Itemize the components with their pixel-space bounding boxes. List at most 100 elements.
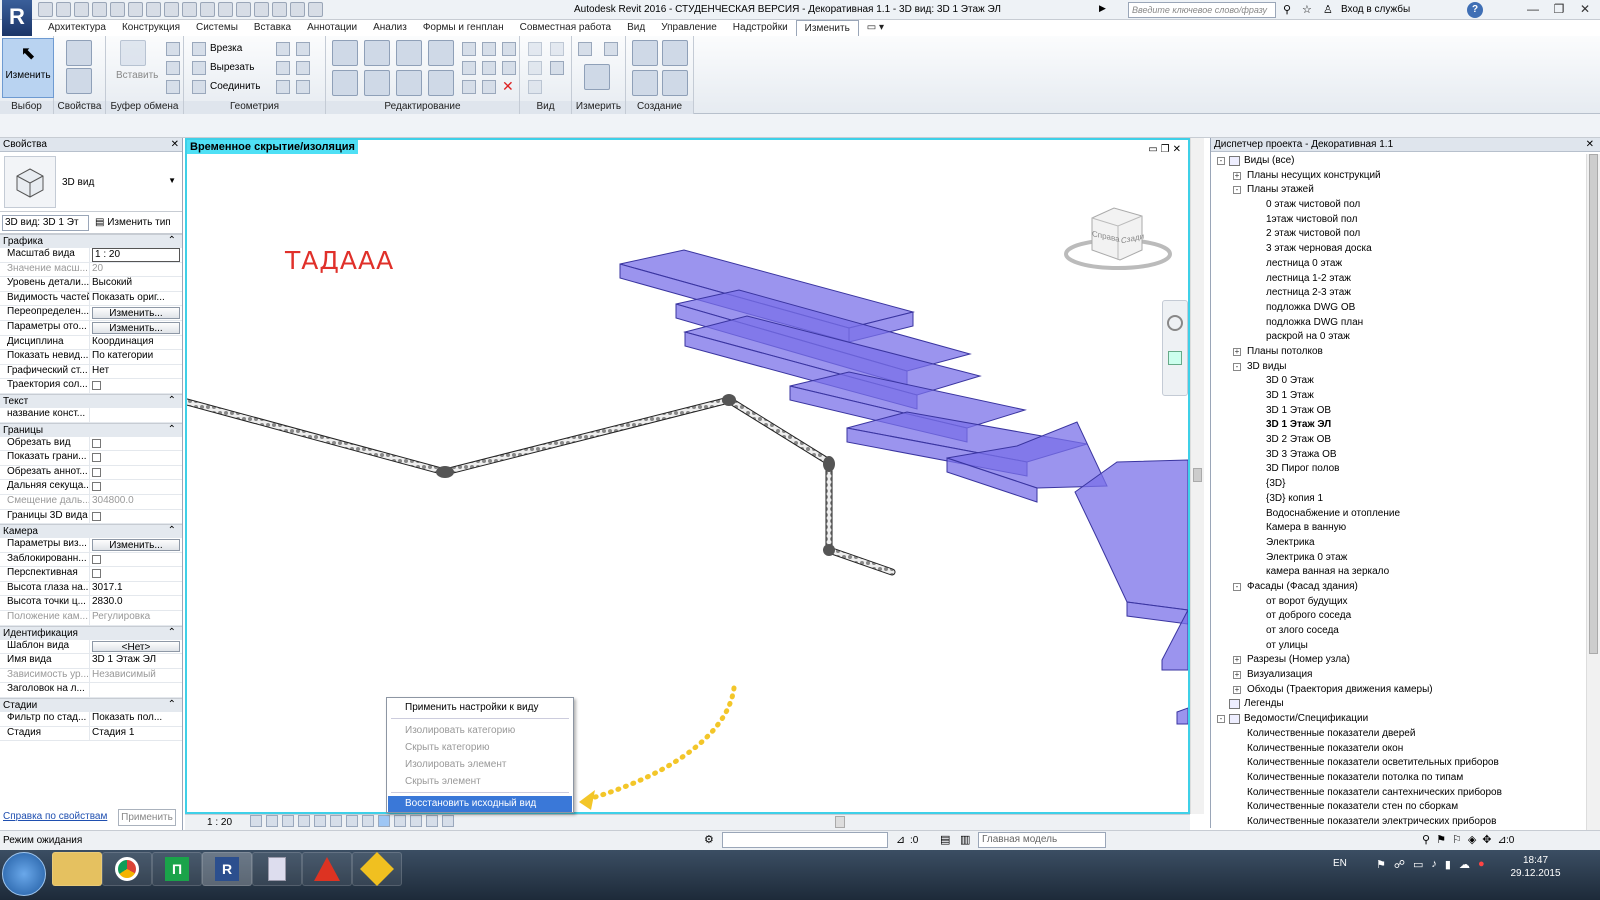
browser-tree-item[interactable]: лестница 2-3 этаж [1211,286,1585,301]
property-value[interactable] [90,510,182,524]
collapse-icon[interactable]: - [1217,157,1225,165]
network-icon[interactable]: ☍ [1394,858,1405,871]
beam-joins-icon[interactable] [276,80,290,94]
tab-addins[interactable]: Надстройки [725,20,796,36]
select-underlay-icon[interactable]: ⚑ [1436,833,1446,846]
property-value[interactable]: 20 [90,263,182,277]
browser-tree-item[interactable]: 3 этаж черновая доска [1211,242,1585,257]
calculator-icon[interactable] [252,852,302,886]
copy-icon[interactable] [166,61,180,75]
browser-tree-item[interactable]: - Ведомости/Спецификации [1211,712,1585,727]
browser-tree-item[interactable]: 1этаж чистовой пол [1211,213,1585,228]
scale-icon[interactable] [482,61,496,75]
create-similar-icon[interactable] [662,70,688,96]
property-checkbox[interactable] [92,482,101,492]
browser-tree-item[interactable]: Камера в ванную [1211,521,1585,536]
temporary-hide-icon[interactable] [378,815,390,827]
browser-tree-item[interactable]: раскрой на 0 этаж [1211,330,1585,345]
search-input[interactable]: Введите ключевое слово/фразу [1128,2,1276,18]
sync-icon[interactable] [74,2,89,17]
redo-icon[interactable] [110,2,125,17]
browser-tree-item[interactable]: 3D 0 Этаж [1211,374,1585,389]
property-value[interactable]: Координация [90,336,182,350]
property-section-header[interactable]: Камера [0,524,182,539]
reveal-hidden-icon[interactable] [394,815,406,827]
property-section-header[interactable]: Текст [0,393,182,408]
property-value[interactable]: Изменить... [92,307,180,319]
property-section-header[interactable]: Стадии [0,698,182,713]
project-app-icon[interactable]: П [152,852,202,886]
view-scale[interactable]: 1 : 20 [207,817,232,828]
join-label[interactable]: Соединить [210,81,260,92]
open-icon[interactable] [38,2,53,17]
lock-view-icon[interactable] [362,815,374,827]
scroll-thumb[interactable] [1193,468,1202,482]
wall-opening-icon[interactable] [296,80,310,94]
browser-tree-item[interactable]: Количественные показатели осветительных … [1211,756,1585,771]
flag-icon[interactable]: ⚑ [1376,858,1386,871]
browser-tree-item[interactable]: - Виды (все) [1211,154,1585,169]
property-value[interactable]: Нет [90,365,182,379]
restore-icon[interactable]: ❐ [1546,0,1572,18]
cut-geometry-icon[interactable] [192,61,206,75]
expand-icon[interactable]: + [1233,671,1241,680]
create-parts-icon[interactable] [662,40,688,66]
close-views-icon[interactable] [272,2,287,17]
tab-modify[interactable]: Изменить [795,20,859,36]
browser-tree-item[interactable]: 3D 1 Этаж ОВ [1211,404,1585,419]
3d-view-icon[interactable] [218,2,233,17]
lines-icon[interactable] [550,61,564,75]
crop-view-icon[interactable] [330,815,342,827]
menu-item-hide-category[interactable]: Скрыть категорию [388,740,572,756]
align-icon[interactable] [332,40,358,66]
copy-element-icon[interactable] [364,70,390,96]
thin-lines-icon[interactable] [254,2,269,17]
analytical-model-icon[interactable] [410,815,422,827]
start-button[interactable] [2,852,46,896]
property-value[interactable] [90,480,182,494]
editable-only-icon[interactable]: ▥ [960,833,970,846]
browser-tree-item[interactable]: + Обходы (Траектория движения камеры) [1211,683,1585,698]
property-value[interactable]: 2830.0 [90,596,182,610]
array-icon[interactable] [462,61,476,75]
tab-annotate[interactable]: Аннотации [299,20,365,36]
expand-icon[interactable]: + [1233,685,1241,694]
property-value[interactable] [90,683,182,697]
dimension-icon[interactable] [164,2,179,17]
vertical-scrollbar[interactable] [1190,138,1204,814]
edit-type-button[interactable]: ▤ Изменить тип [95,217,171,228]
save-icon[interactable] [56,2,71,17]
switch-windows-icon[interactable] [290,2,305,17]
browser-tree-item[interactable]: 3D 1 Этаж [1211,389,1585,404]
browser-tree-item[interactable]: 2 этаж чистовой пол [1211,227,1585,242]
user-icon[interactable]: ♙ [1323,3,1333,16]
select-by-face-icon[interactable]: ◈ [1468,833,1476,846]
undo-icon[interactable] [92,2,107,17]
create-group-icon[interactable] [632,70,658,96]
measure-icon[interactable] [146,2,161,17]
browser-tree-item[interactable]: + Визуализация [1211,668,1585,683]
split-face-icon[interactable] [276,42,290,56]
tab-manage[interactable]: Управление [653,20,725,36]
show-constraints-icon[interactable] [442,815,454,827]
type-selector[interactable]: 3D вид ▼ [0,152,182,212]
ribbon-options-icon[interactable]: ▭ ▾ [859,20,892,36]
text-icon[interactable] [200,2,215,17]
match-icon[interactable] [166,80,180,94]
browser-tree-item[interactable]: от ворот будущих [1211,595,1585,610]
property-value[interactable]: Независимый [90,669,182,683]
crop-region-icon[interactable] [346,815,358,827]
split-gap-icon[interactable] [482,42,496,56]
expand-icon[interactable]: + [1233,347,1241,356]
filter-icon[interactable]: ⊿ [896,833,905,846]
menu-item-apply-to-view[interactable]: Применить настройки к виду [388,700,572,716]
tab-structure[interactable]: Конструкция [114,20,188,36]
cope-icon[interactable] [192,42,206,56]
property-value[interactable]: Показать ориг... [90,292,182,306]
browser-tree-item[interactable]: {3D} копия 1 [1211,492,1585,507]
paste-icon[interactable] [120,40,146,66]
design-option-selector[interactable]: Главная модель [978,832,1106,848]
browser-tree-item[interactable]: Количественные показатели окон [1211,742,1585,757]
demolish-icon[interactable] [296,61,310,75]
property-section-header[interactable]: Идентификация [0,625,182,640]
